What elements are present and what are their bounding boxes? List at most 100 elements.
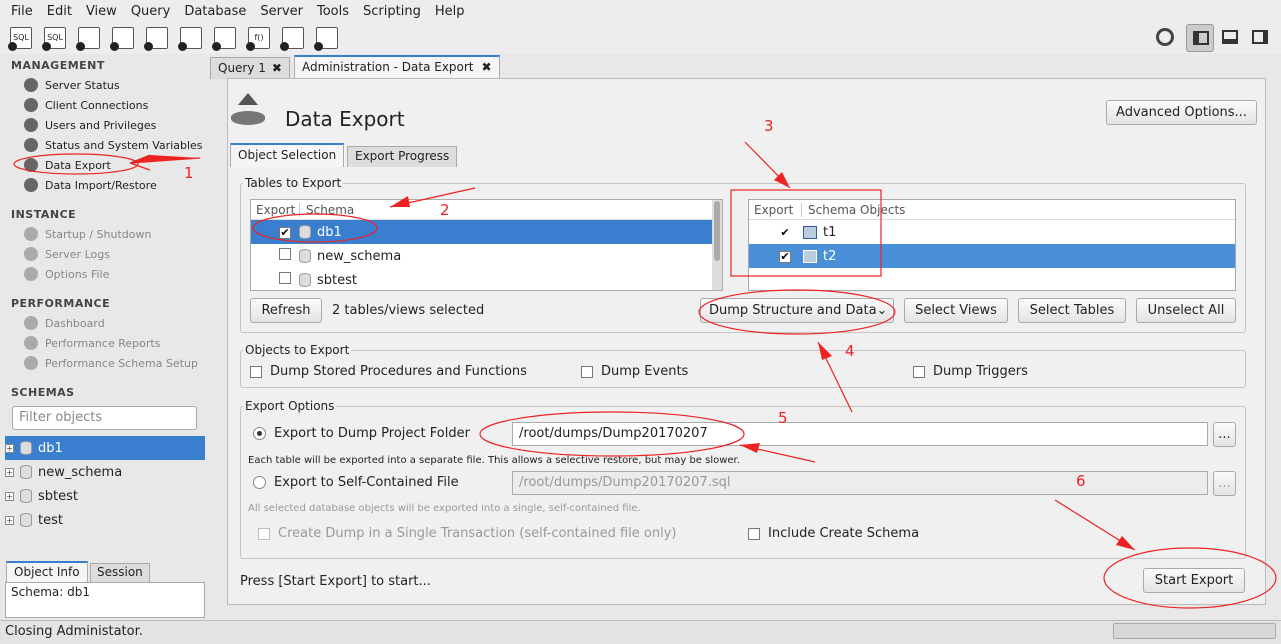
expand-icon[interactable]: + [5, 491, 14, 501]
include-create-schema-checkbox[interactable]: Include Create Schema [748, 526, 919, 541]
schema-row-sbtest[interactable]: sbtest [251, 268, 722, 292]
search-table-icon[interactable] [280, 27, 304, 51]
menu-file[interactable]: File [4, 4, 40, 19]
object-row-t1[interactable]: ✔ t1 [749, 220, 1235, 244]
annotation-number-3: 3 [764, 117, 774, 135]
export-checkbox[interactable] [279, 248, 291, 260]
nav-server-status[interactable]: Server Status [24, 78, 120, 92]
close-icon[interactable]: ✖ [272, 61, 282, 76]
tab-query-1[interactable]: Query 1 ✖ [210, 57, 290, 79]
nav-users-privileges[interactable]: Users and Privileges [24, 118, 156, 132]
checkbox[interactable] [581, 365, 593, 378]
settings-gear-icon[interactable] [1156, 28, 1174, 46]
toggle-sidebar-icon[interactable] [1186, 24, 1214, 52]
checkbox[interactable] [913, 365, 925, 378]
menu-server[interactable]: Server [253, 4, 310, 19]
menu-view[interactable]: View [79, 4, 124, 19]
dump-events-checkbox[interactable]: Dump Events [581, 364, 688, 379]
create-table-icon[interactable] [144, 27, 168, 51]
open-sql-file-icon[interactable]: SQL [42, 27, 66, 51]
scrollbar[interactable] [712, 200, 722, 290]
menu-scripting[interactable]: Scripting [356, 4, 428, 19]
col-schema-objects: Schema Objects [801, 202, 905, 217]
checkbox[interactable] [258, 527, 270, 540]
inspector-icon[interactable] [76, 27, 100, 51]
dump-mode-select[interactable]: Dump Structure and Data ⌄ [700, 298, 894, 323]
select-views-button[interactable]: Select Views [904, 298, 1008, 323]
export-checkbox[interactable]: ✔ [779, 250, 791, 263]
nav-performance-schema-setup[interactable]: Performance Schema Setup [24, 356, 198, 370]
dump-triggers-checkbox[interactable]: Dump Triggers [913, 364, 1028, 379]
browse-file-button[interactable]: ... [1213, 471, 1236, 496]
tab-session[interactable]: Session [90, 563, 150, 582]
advanced-options-button[interactable]: Advanced Options... [1106, 100, 1257, 125]
schema-row-new-schema[interactable]: new_schema [251, 244, 722, 268]
tab-data-export[interactable]: Administration - Data Export ✖ [294, 55, 500, 79]
menu-database[interactable]: Database [177, 4, 253, 19]
create-view-icon[interactable] [178, 27, 202, 51]
export-checkbox[interactable]: ✔ [279, 226, 291, 239]
expand-icon[interactable]: + [5, 467, 14, 477]
radio[interactable] [253, 427, 266, 440]
schema-test[interactable]: + test [5, 508, 205, 532]
single-transaction-checkbox[interactable]: Create Dump in a Single Transaction (sel… [258, 526, 676, 541]
refresh-button[interactable]: Refresh [250, 298, 322, 323]
nav-data-import[interactable]: Data Import/Restore [24, 178, 157, 192]
tab-object-selection[interactable]: Object Selection [230, 143, 345, 167]
file-path-input[interactable]: /root/dumps/Dump20170207.sql [512, 471, 1208, 495]
menu-tools[interactable]: Tools [310, 4, 356, 19]
filter-objects-input[interactable]: Filter objects [12, 406, 197, 430]
menu-edit[interactable]: Edit [40, 4, 79, 19]
menu-query[interactable]: Query [124, 4, 178, 19]
label: new_schema [317, 248, 402, 264]
schema-row-db1[interactable]: ✔ db1 [251, 220, 722, 244]
dump-routines-checkbox[interactable]: Dump Stored Procedures and Functions [250, 364, 527, 379]
schema-sbtest[interactable]: + sbtest [5, 484, 205, 508]
nav-status-variables[interactable]: Status and System Variables [24, 138, 203, 152]
nav-performance-reports[interactable]: Performance Reports [24, 336, 160, 350]
radio[interactable] [253, 476, 266, 489]
object-row-t2[interactable]: ✔ t2 [749, 244, 1235, 268]
toggle-secondary-sidebar-icon[interactable] [1252, 30, 1268, 44]
toggle-output-icon[interactable] [1222, 30, 1238, 44]
nav-startup-shutdown[interactable]: Startup / Shutdown [24, 227, 151, 241]
export-to-folder-radio[interactable]: Export to Dump Project Folder [253, 426, 470, 441]
export-to-file-radio[interactable]: Export to Self-Contained File [253, 475, 459, 490]
label: Server Logs [45, 247, 110, 261]
tab-export-progress[interactable]: Export Progress [347, 146, 458, 167]
export-checkbox[interactable]: ✔ [779, 227, 791, 240]
nav-options-file[interactable]: Options File [24, 267, 109, 281]
checkbox[interactable] [748, 527, 760, 540]
close-icon[interactable]: ✖ [482, 60, 492, 76]
annotation-number-5: 5 [778, 409, 788, 427]
nav-dashboard[interactable]: Dashboard [24, 316, 105, 330]
label: Include Create Schema [768, 526, 920, 541]
label: Data Export [45, 158, 111, 172]
schema-new-schema[interactable]: + new_schema [5, 460, 205, 484]
select-tables-button[interactable]: Select Tables [1018, 298, 1126, 323]
label: sbtest [317, 272, 357, 288]
export-checkbox[interactable] [279, 272, 291, 284]
create-schema-icon[interactable] [110, 27, 134, 51]
expand-icon[interactable]: + [5, 443, 14, 453]
schema-db1[interactable]: + db1 [5, 436, 205, 460]
new-sql-tab-icon[interactable]: SQL [8, 27, 32, 51]
instance-heading: INSTANCE [11, 208, 77, 221]
menu-help[interactable]: Help [428, 4, 472, 19]
expand-icon[interactable]: + [5, 515, 14, 525]
navigator-sidebar: MANAGEMENT Server Status Client Connecti… [0, 55, 206, 620]
browse-folder-button[interactable]: ... [1213, 422, 1236, 447]
checkbox[interactable] [250, 365, 262, 378]
tab-object-info[interactable]: Object Info [6, 561, 88, 582]
label: Data Import/Restore [45, 178, 157, 192]
nav-data-export[interactable]: Data Export [24, 158, 111, 172]
folder-path-input[interactable]: /root/dumps/Dump20170207 [512, 422, 1208, 446]
nav-server-logs[interactable]: Server Logs [24, 247, 110, 261]
label: Export to Self-Contained File [274, 475, 459, 490]
start-export-button[interactable]: Start Export [1143, 568, 1245, 593]
nav-client-connections[interactable]: Client Connections [24, 98, 148, 112]
reconnect-icon[interactable] [314, 27, 338, 51]
unselect-all-button[interactable]: Unselect All [1136, 298, 1236, 323]
create-procedure-icon[interactable] [212, 27, 236, 51]
create-function-icon[interactable]: f() [246, 27, 270, 51]
